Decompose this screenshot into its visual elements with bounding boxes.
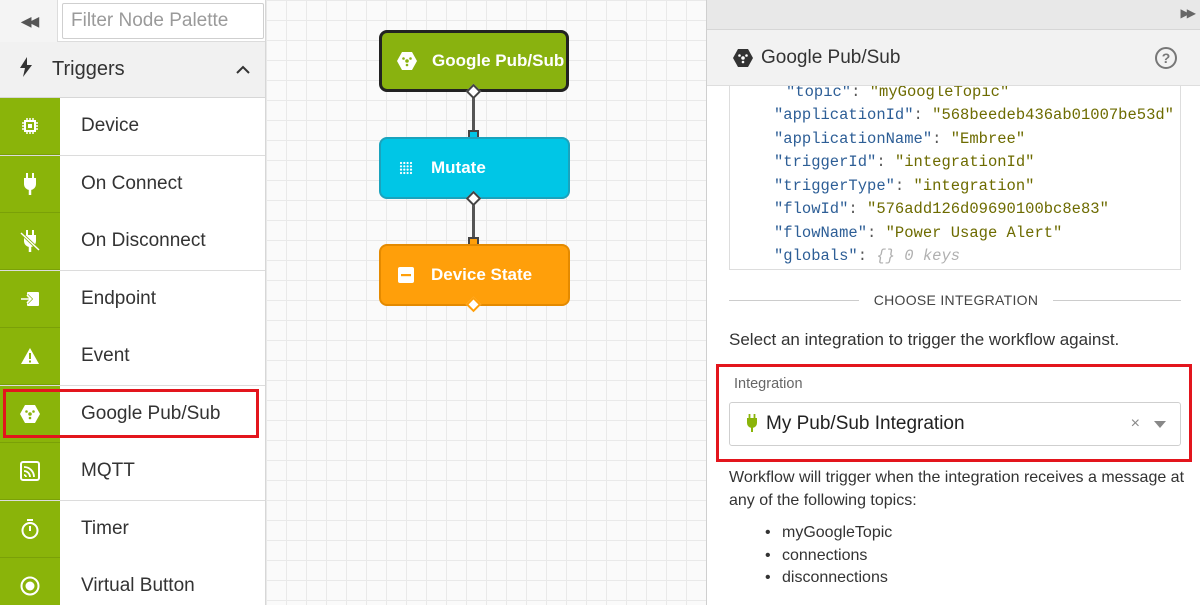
json-line: "triggerType": "integration"	[774, 177, 1035, 195]
list-item: connections	[765, 547, 892, 570]
help-icon[interactable]: ?	[1155, 46, 1177, 69]
collapse-panel-button[interactable]: ▶▶	[1181, 6, 1197, 20]
section-title: Triggers	[52, 58, 125, 80]
unplug-icon	[0, 213, 60, 270]
palette-item-label: Event	[81, 345, 130, 367]
palette-item-endpoint[interactable]: Endpoint	[0, 271, 265, 329]
payload-json-viewer[interactable]: "topic": "myGoogleTopic" "applicationId"…	[729, 86, 1181, 270]
endpoint-icon	[0, 271, 60, 328]
collapse-palette-button[interactable]: ◀◀	[0, 0, 58, 42]
divider	[729, 300, 859, 301]
chip-icon	[0, 98, 60, 155]
choose-integration-heading: CHOOSE INTEGRATION	[873, 292, 1039, 308]
warning-icon	[0, 328, 60, 385]
palette-item-label: MQTT	[81, 460, 135, 482]
node-label: Mutate	[431, 158, 486, 177]
google-pubsub-icon	[733, 48, 753, 68]
mqtt-icon	[0, 443, 60, 500]
chevron-up-icon[interactable]	[220, 61, 265, 79]
panel-toolbar: ▶▶	[707, 0, 1200, 30]
google-pubsub-icon	[0, 386, 60, 443]
json-line: "flowId": "576add126d09690100bc8e83"	[774, 200, 1109, 218]
json-line: "applicationName": "Embree"	[774, 130, 1026, 148]
palette-item-label: Virtual Button	[81, 575, 195, 597]
panel-title: Google Pub/Sub	[761, 46, 901, 68]
palette-item-label: Timer	[81, 518, 129, 540]
palette-item-device[interactable]: Device	[0, 98, 265, 156]
integration-label: Integration	[734, 376, 803, 392]
node-mutate[interactable]: Mutate	[379, 137, 570, 199]
clear-selection-icon[interactable]: ×	[1131, 415, 1140, 433]
json-line: "applicationId": "568beedeb436ab01007be5…	[774, 106, 1174, 124]
palette-item-label: On Disconnect	[81, 230, 206, 252]
palette-item-on-disconnect[interactable]: On Disconnect	[0, 213, 265, 271]
json-line: "globals": {} 0 keys	[774, 247, 961, 265]
integration-select[interactable]: My Pub/Sub Integration ×	[729, 402, 1181, 446]
bolt-icon	[0, 56, 52, 83]
topic-list: myGoogleTopic connections disconnections	[765, 524, 892, 592]
plug-icon	[0, 156, 60, 213]
divider	[1053, 300, 1181, 301]
palette-item-mqtt[interactable]: MQTT	[0, 443, 265, 501]
properties-panel: ▶▶ Google Pub/Sub ? "topic": "myGoogleTo…	[706, 0, 1200, 605]
palette-toolbar: ◀◀	[0, 0, 265, 42]
grid-dots-icon	[381, 161, 431, 175]
stopwatch-icon	[0, 501, 60, 558]
minus-square-icon	[381, 267, 431, 283]
json-line: "topic": "myGoogleTopic"	[786, 86, 1010, 101]
google-pubsub-icon	[382, 51, 432, 71]
json-line: "flowName": "Power Usage Alert"	[774, 224, 1063, 242]
palette-item-label: On Connect	[81, 173, 183, 195]
list-item: myGoogleTopic	[765, 524, 892, 547]
trigger-note: Workflow will trigger when the integrati…	[729, 469, 1185, 509]
palette-item-label: Google Pub/Sub	[81, 403, 221, 425]
json-line: "triggerId": "integrationId"	[774, 153, 1035, 171]
panel-header: Google Pub/Sub ?	[707, 30, 1200, 86]
palette-item-label: Endpoint	[81, 288, 157, 310]
integration-selected-value: My Pub/Sub Integration	[766, 413, 965, 434]
node-google-pubsub[interactable]: Google Pub/Sub	[379, 30, 569, 92]
workflow-canvas[interactable]: Google Pub/Sub Mutate Device State	[266, 0, 706, 605]
palette-item-event[interactable]: Event	[0, 328, 265, 386]
radio-button-icon	[0, 558, 60, 605]
select-intro-text: Select an integration to trigger the wor…	[729, 330, 1120, 349]
node-palette: ◀◀ Triggers Device On Connect On Disconn…	[0, 0, 266, 605]
plug-icon	[746, 414, 760, 434]
triggers-section-header[interactable]: Triggers	[0, 42, 265, 98]
list-item: disconnections	[765, 569, 892, 592]
palette-item-google-pubsub[interactable]: Google Pub/Sub	[0, 386, 265, 444]
palette-item-virtual-button[interactable]: Virtual Button	[0, 558, 265, 605]
palette-item-label: Device	[81, 115, 140, 137]
node-label: Google Pub/Sub	[432, 51, 565, 70]
node-label: Device State	[431, 265, 533, 284]
chevron-down-icon[interactable]	[1154, 420, 1166, 428]
palette-item-timer[interactable]: Timer	[0, 501, 265, 559]
filter-node-palette-input[interactable]	[62, 3, 264, 39]
palette-item-on-connect[interactable]: On Connect	[0, 156, 265, 214]
node-device-state[interactable]: Device State	[379, 244, 570, 306]
